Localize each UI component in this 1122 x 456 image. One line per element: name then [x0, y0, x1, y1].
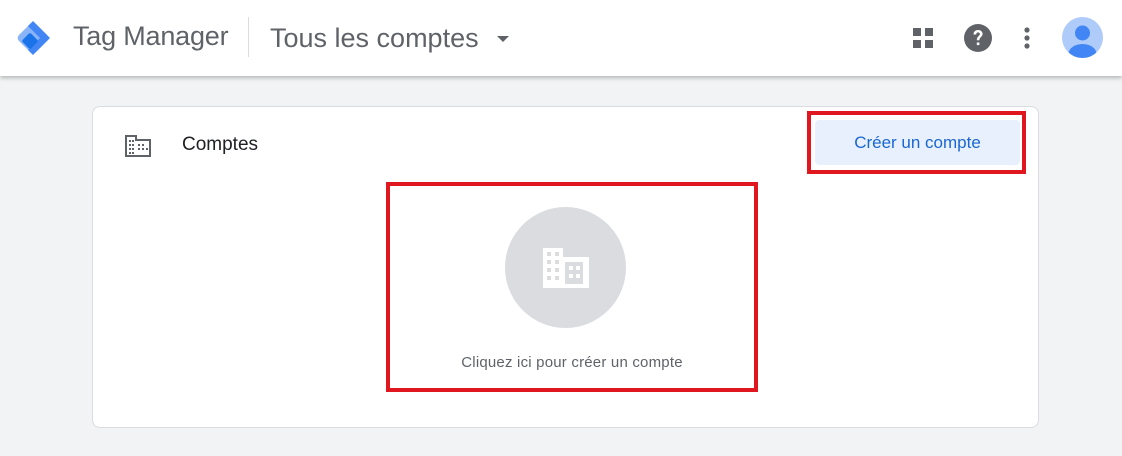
app-title: Tag Manager [73, 21, 229, 51]
apps-button[interactable] [907, 22, 939, 54]
help-button[interactable] [962, 22, 994, 54]
header-divider [248, 17, 249, 57]
more-vert-icon [1024, 27, 1030, 49]
create-account-button[interactable]: Créer un compte [815, 120, 1020, 165]
create-account-highlight: Créer un compte [807, 111, 1026, 174]
building-icon [542, 247, 589, 288]
empty-state-text: Cliquez ici pour créer un compte [461, 354, 683, 371]
accounts-card: Comptes Créer un compte Cliquez ici pour… [92, 106, 1039, 428]
empty-state-circle [505, 207, 626, 328]
dropdown-arrow-icon [496, 36, 509, 42]
tag-manager-logo-icon[interactable] [13, 18, 53, 58]
account-avatar-icon [1068, 25, 1097, 58]
apps-icon [913, 28, 933, 48]
more-options-button[interactable] [1011, 22, 1043, 54]
account-selector-label: Tous les comptes [270, 22, 479, 53]
create-account-empty-state[interactable]: Cliquez ici pour créer un compte [386, 182, 758, 392]
account-selector[interactable]: Tous les comptes [262, 14, 517, 62]
account-avatar-button[interactable] [1062, 17, 1103, 58]
building-icon [125, 135, 151, 157]
top-app-bar: Tag Manager Tous les comptes [0, 0, 1122, 76]
help-icon [964, 24, 992, 52]
card-title: Comptes [182, 134, 259, 155]
